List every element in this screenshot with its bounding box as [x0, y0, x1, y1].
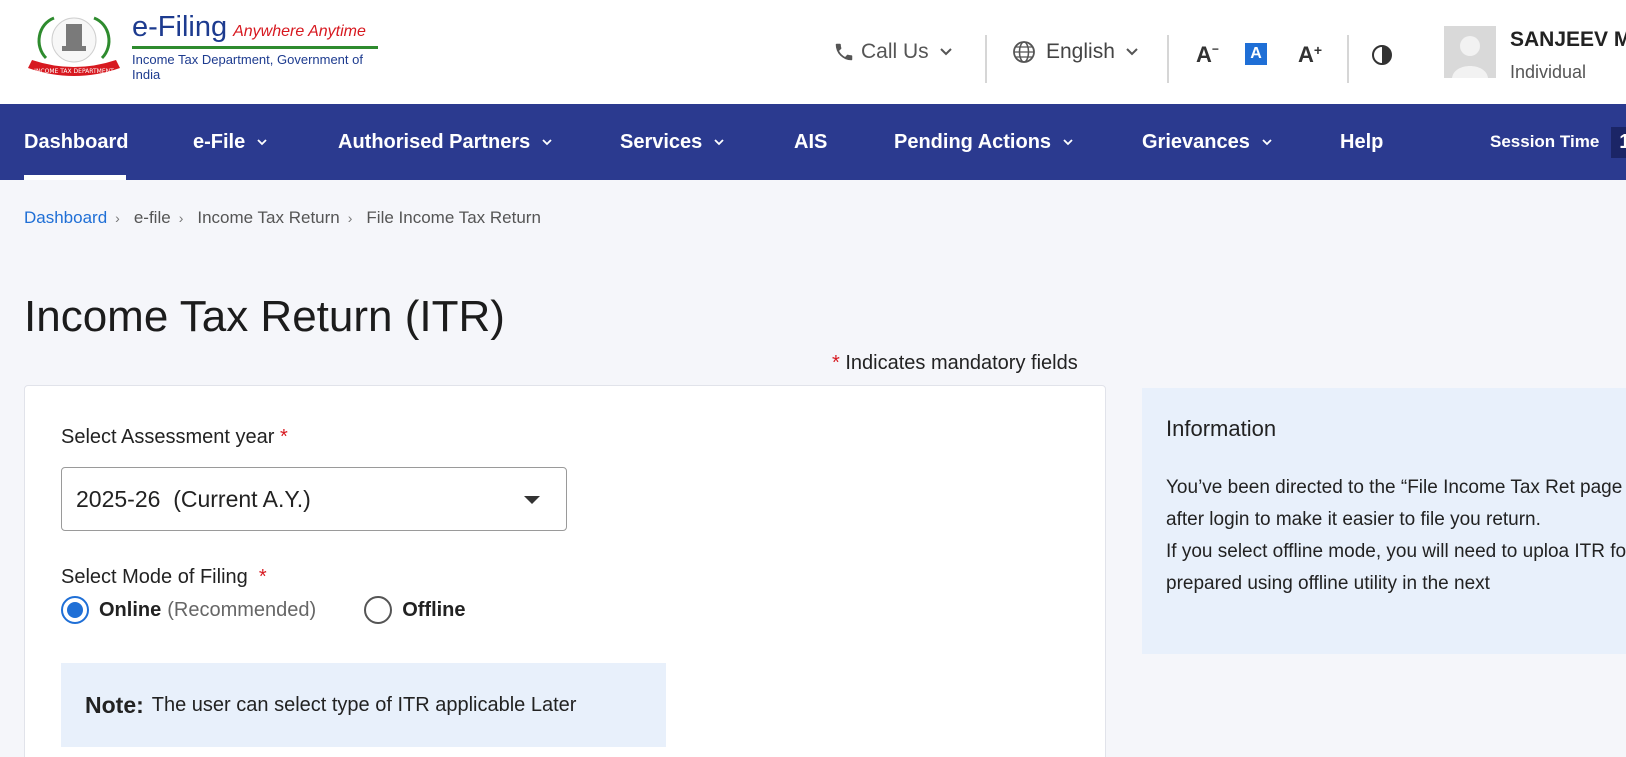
- note-text: The user can select type of ITR applicab…: [151, 693, 577, 716]
- language-dropdown[interactable]: English: [1012, 40, 1139, 64]
- chevron-down-icon: [1126, 48, 1138, 56]
- chevron-down-icon: [257, 138, 267, 145]
- assessment-year-label: Select Assessment year *: [61, 426, 288, 448]
- mode-of-filing-label: Select Mode of Filing *: [61, 566, 267, 588]
- main-nav: Dashboard e-File Authorised Partners Ser…: [0, 104, 1626, 180]
- brand-divider: [132, 45, 378, 49]
- assessment-year-select[interactable]: 2025-26 (Current A.Y.): [61, 467, 567, 531]
- font-normal-button[interactable]: A: [1245, 43, 1267, 65]
- information-paragraph: If you select offline mode, you will nee…: [1166, 541, 1626, 594]
- breadcrumb-income-tax-return[interactable]: Income Tax Return: [197, 208, 339, 228]
- chevron-down-icon: [714, 138, 724, 145]
- nav-item-pending-actions[interactable]: Pending Actions: [894, 104, 1073, 180]
- required-star: *: [832, 352, 840, 374]
- chevron-down-icon: [542, 138, 552, 145]
- itr-form-card: Select Assessment year * 2025-26 (Curren…: [24, 385, 1106, 757]
- nav-item-efile[interactable]: e-File: [193, 104, 267, 180]
- chevron-right-icon: ›: [115, 210, 120, 226]
- brand-name: e-Filing: [132, 10, 228, 43]
- nav-item-dashboard[interactable]: Dashboard: [24, 104, 128, 180]
- chevron-down-icon: [939, 48, 952, 56]
- option-offline-label[interactable]: Offline: [402, 599, 465, 622]
- header-divider: [985, 35, 987, 83]
- information-title: Information: [1166, 416, 1277, 441]
- mandatory-text: Indicates mandatory fields: [845, 352, 1078, 374]
- radio-offline[interactable]: [364, 596, 393, 624]
- contrast-icon: [1372, 45, 1392, 65]
- svg-text:INCOME TAX DEPARTMENT: INCOME TAX DEPARTMENT: [34, 68, 114, 75]
- brand-department: Income Tax Department, Government of Ind…: [132, 51, 363, 82]
- nav-item-services[interactable]: Services: [620, 104, 724, 180]
- caret-down-icon: [524, 496, 540, 504]
- session-label: Session Time: [1490, 132, 1600, 151]
- nav-item-help[interactable]: Help: [1340, 104, 1383, 180]
- note-label: Note:: [85, 691, 144, 718]
- call-us-label: Call Us: [861, 40, 929, 63]
- breadcrumb-dashboard[interactable]: Dashboard: [24, 208, 107, 228]
- header-divider: [1167, 35, 1169, 83]
- assessment-year-value: 2025-26 (Current A.Y.): [76, 485, 311, 512]
- mode-of-filing-group: Online (Recommended) Offline: [61, 596, 466, 624]
- page-title: Income Tax Return (ITR): [24, 292, 505, 341]
- radio-online[interactable]: [61, 596, 89, 624]
- efiling-logo[interactable]: INCOME TAX DEPARTMENT e-Filing Anywhere …: [24, 10, 384, 82]
- user-name[interactable]: SANJEEV M: [1510, 28, 1626, 52]
- breadcrumb: Dashboard › e-file › Income Tax Return ›…: [24, 208, 541, 228]
- chevron-right-icon: ›: [178, 210, 184, 226]
- mandatory-note: * Indicates mandatory fields: [832, 352, 1078, 375]
- nav-item-authorised-partners[interactable]: Authorised Partners: [338, 104, 552, 180]
- nav-item-ais[interactable]: AIS: [794, 104, 827, 180]
- emblem-icon: INCOME TAX DEPARTMENT: [24, 10, 124, 82]
- chevron-right-icon: ›: [347, 210, 353, 226]
- user-role: Individual: [1510, 62, 1587, 82]
- top-header: INCOME TAX DEPARTMENT e-Filing Anywhere …: [0, 0, 1626, 104]
- information-panel: Information You’ve been directed to the …: [1142, 388, 1626, 654]
- information-paragraph: You’ve been directed to the “File Income…: [1166, 477, 1626, 530]
- session-time-value: 1: [1611, 126, 1626, 158]
- breadcrumb-efile[interactable]: e-file: [134, 208, 171, 228]
- user-silhouette-icon: [1444, 26, 1496, 78]
- phone-icon: [835, 43, 853, 61]
- note-box: Note: The user can select type of ITR ap…: [61, 663, 666, 747]
- font-decrease-button[interactable]: A−: [1196, 42, 1219, 68]
- chevron-down-icon: [1063, 138, 1073, 145]
- nav-item-grievances[interactable]: Grievances: [1142, 104, 1272, 180]
- header-divider: [1347, 35, 1349, 83]
- avatar[interactable]: [1444, 26, 1496, 78]
- nav-active-indicator: [24, 175, 126, 180]
- breadcrumb-file-itr: File Income Tax Return: [366, 208, 541, 227]
- call-us-dropdown[interactable]: Call Us: [833, 40, 959, 64]
- option-online-hint: (Recommended): [167, 598, 317, 621]
- option-online-label[interactable]: Online: [99, 599, 161, 622]
- chevron-down-icon: [1262, 138, 1272, 145]
- session-timer: Session Time 1: [1490, 104, 1626, 180]
- brand-tagline: Anywhere Anytime: [233, 22, 366, 40]
- contrast-toggle[interactable]: [1371, 44, 1393, 71]
- language-label: English: [1046, 40, 1115, 63]
- information-text: You’ve been directed to the “File Income…: [1166, 472, 1626, 600]
- font-increase-button[interactable]: A+: [1298, 42, 1322, 68]
- globe-icon: [1013, 41, 1035, 63]
